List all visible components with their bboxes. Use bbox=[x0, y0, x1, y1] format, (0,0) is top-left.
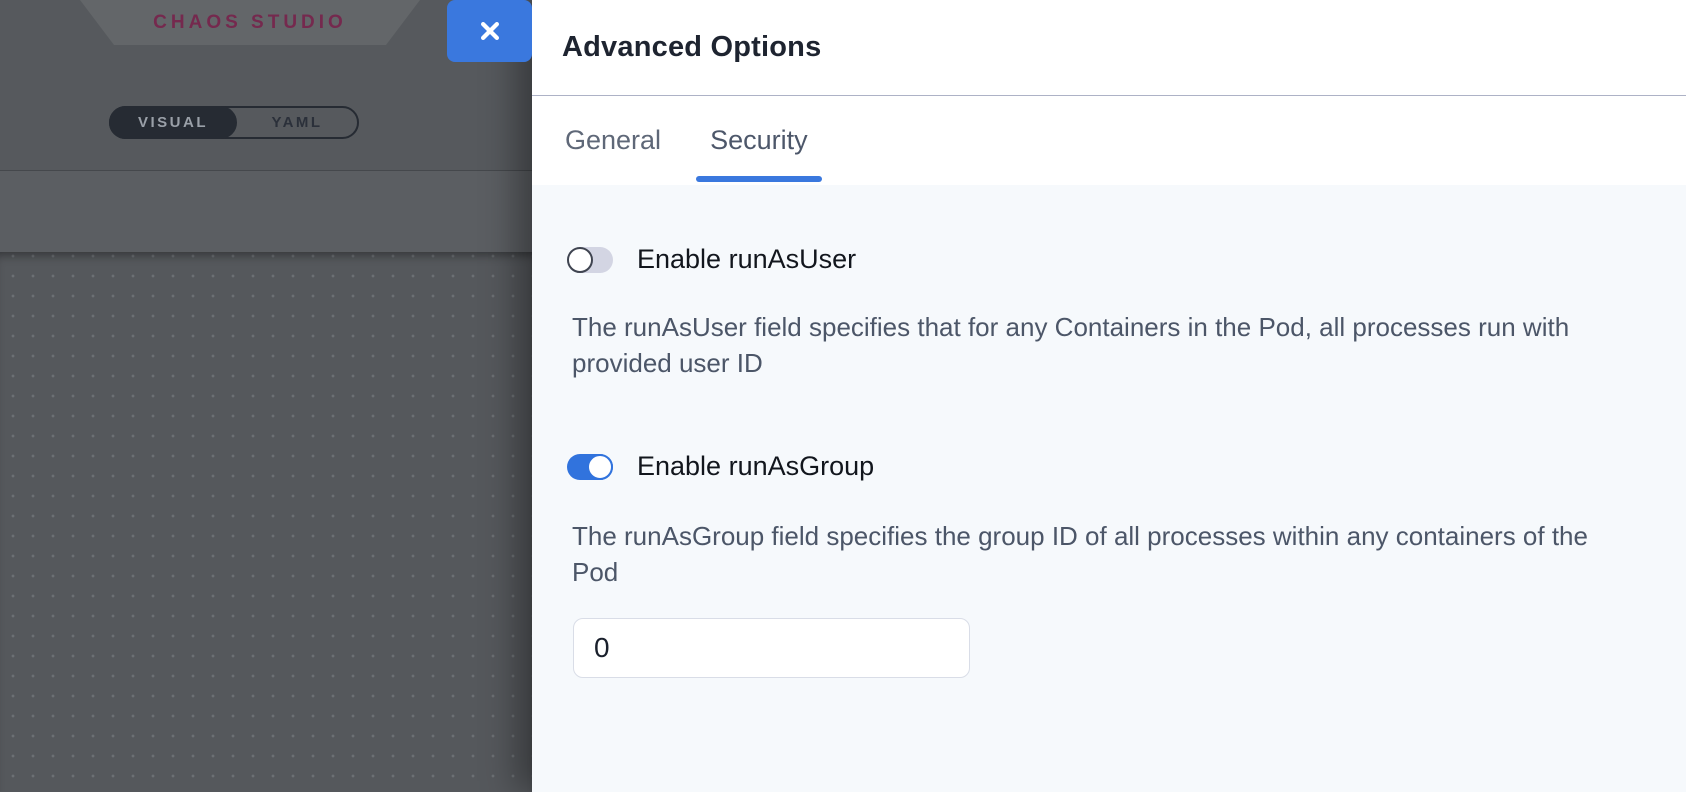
drawer-close-button[interactable] bbox=[447, 0, 532, 62]
view-mode-toggle: VISUAL YAML bbox=[109, 106, 359, 139]
tab-general[interactable]: General bbox=[565, 96, 661, 185]
brand-title: CHAOS STUDIO bbox=[153, 12, 347, 34]
run-as-user-label: Enable runAsUser bbox=[637, 244, 856, 275]
workspace-backdrop: CHAOS STUDIO VISUAL YAML bbox=[0, 0, 532, 792]
tab-security[interactable]: Security bbox=[710, 96, 808, 185]
run-as-user-description: The runAsUser field specifies that for a… bbox=[572, 309, 1617, 381]
visual-tab[interactable]: VISUAL bbox=[109, 106, 237, 139]
yaml-tab[interactable]: YAML bbox=[237, 108, 357, 137]
run-as-group-description: The runAsGroup field specifies the group… bbox=[572, 518, 1617, 590]
security-tab-panel: Enable runAsUser The runAsUser field spe… bbox=[532, 185, 1686, 792]
run-as-group-value-input[interactable] bbox=[573, 618, 970, 678]
run-as-group-field: Enable runAsGroup The runAsGroup field s… bbox=[567, 453, 1646, 678]
run-as-user-toggle[interactable] bbox=[567, 247, 613, 273]
chaos-studio-screen: CHAOS STUDIO VISUAL YAML Advanced Option… bbox=[0, 0, 1686, 792]
canvas-toolbar bbox=[0, 171, 532, 252]
advanced-options-drawer: Advanced Options General Security Enable… bbox=[532, 0, 1686, 792]
drawer-tabs: General Security bbox=[532, 96, 1686, 185]
run-as-group-toggle[interactable] bbox=[567, 454, 613, 480]
drawer-title: Advanced Options bbox=[562, 31, 821, 64]
run-as-group-label: Enable runAsGroup bbox=[637, 451, 874, 482]
brand-banner: CHAOS STUDIO bbox=[80, 0, 420, 45]
close-icon bbox=[475, 16, 505, 46]
toggle-knob bbox=[567, 247, 593, 273]
dotted-canvas bbox=[0, 252, 532, 791]
toggle-knob bbox=[587, 454, 613, 480]
run-as-user-field: Enable runAsUser The runAsUser field spe… bbox=[567, 246, 1646, 381]
drawer-header: Advanced Options bbox=[532, 0, 1686, 96]
